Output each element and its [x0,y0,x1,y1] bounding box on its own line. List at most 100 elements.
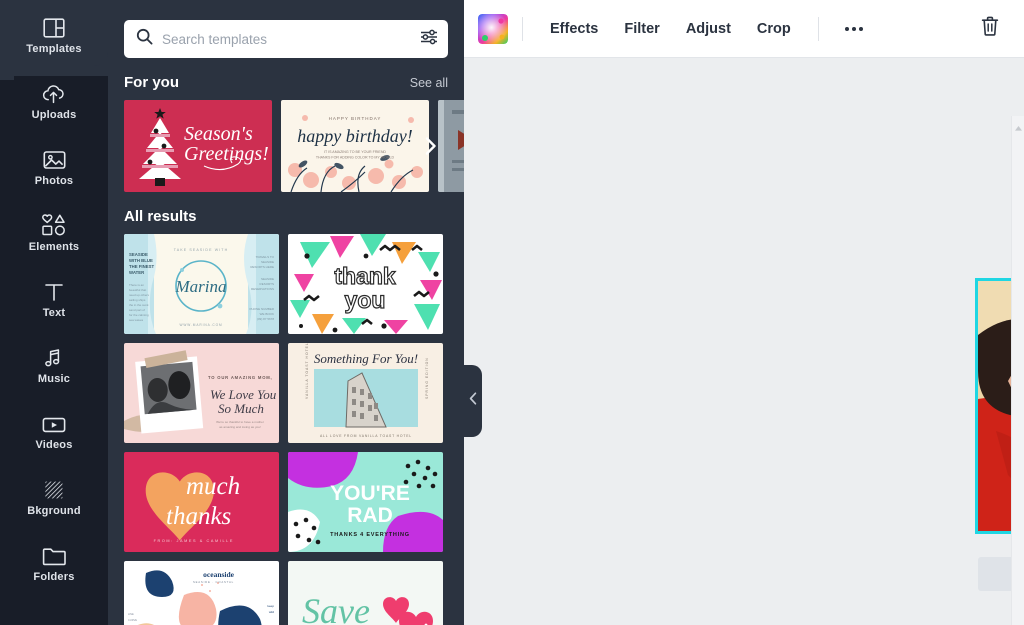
svg-text:So Much: So Much [218,401,264,416]
svg-text:RAD: RAD [347,504,393,527]
template-card[interactable]: thank you [288,234,443,334]
svg-text:We're so thankful to have a mo: We're so thankful to have a mother [216,420,264,424]
templates-panel: For you See all [108,0,464,625]
sidebar-item-label: Uploads [31,108,77,121]
sidebar-item-videos[interactable]: Videos [0,396,108,462]
upload-cloud-icon [42,78,66,104]
for-you-header: For you See all [108,74,464,91]
sidebar-item-music[interactable]: Music [0,330,108,396]
adjust-button[interactable]: Adjust [673,15,744,43]
template-card[interactable]: HAPPY BIRTHDAY happy birthday! IT IS AMA… [281,100,429,192]
svg-text:SEASIDE: SEASIDE [129,252,148,257]
svg-text:the in the sunk: the in the sunk [129,303,149,307]
template-card[interactable]: Save the date [288,561,443,625]
sidebar-item-bkground[interactable]: Bkground [0,462,108,528]
sidebar-item-folders[interactable]: Folders [0,528,108,594]
hatch-square-icon [43,474,65,500]
sidebar-item-label: Music [37,372,71,385]
crop-button[interactable]: Crop [744,15,804,43]
search-input[interactable] [162,31,411,47]
more-horizontal-icon[interactable] [833,21,875,37]
all-results-header: All results [108,208,464,225]
scroll-up-arrow-icon[interactable] [1014,119,1023,137]
filter-button[interactable]: Filter [611,15,672,43]
sidebar-item-text[interactable]: Text [0,264,108,330]
search-bar[interactable] [124,20,448,58]
section-title: All results [124,208,197,225]
svg-text:SPRING EDITION: SPRING EDITION [425,357,429,399]
svg-text:VANILLA TOAST HOTEL: VANILLA TOAST HOTEL [305,343,309,399]
sidebar-item-label: Text [42,306,66,319]
for-you-row: Season's Greetings! HAPPY BIRTHDAY happy… [124,100,464,192]
template-card[interactable]: Season's Greetings! [124,100,272,192]
svg-text:IT IS AMAZING TO BE YOUR FRIEN: IT IS AMAZING TO BE YOUR FRIEND [324,150,386,154]
trash-icon[interactable] [974,9,1006,48]
collapse-panel-button[interactable] [464,365,482,437]
svg-text:sand part of: sand part of [129,308,145,312]
svg-text:We Love You: We Love You [210,387,277,402]
svg-text:THANKS 4 EVERYTHING: THANKS 4 EVERYTHING [330,532,410,538]
sidebar-item-templates[interactable]: Templates [0,0,108,80]
svg-text:you: you [345,287,386,313]
svg-text:need up others: need up others [129,293,150,297]
template-card[interactable]: TO OUR AMAZING MOM, We Love You So Much … [124,343,279,443]
svg-text:CURVE: CURVE [128,618,137,622]
svg-text:HAPPY BIRTHDAY: HAPPY BIRTHDAY [329,116,382,121]
svg-text:TRAVELS TO: TRAVELS TO [256,255,275,259]
svg-text:SEASIDE: SEASIDE [261,260,274,264]
svg-text:much: much [186,473,240,500]
svg-text:oceanside: oceanside [203,570,235,579]
template-card[interactable]: much thanks FROM: JAMES & CAMILLE [124,452,279,552]
svg-text:thank: thank [334,263,396,289]
music-note-icon [42,342,66,368]
templates-icon [43,12,65,38]
sliders-filter-icon[interactable] [420,29,438,50]
svg-text:Something For You!: Something For You! [314,351,418,366]
svg-text:TAKE SEASIDE WITH: TAKE SEASIDE WITH [174,248,229,252]
toolbar-divider [817,16,819,41]
svg-text:There is an: There is an [129,283,144,287]
image-thumbnail[interactable] [478,13,508,44]
template-card[interactable]: YOU'RE RAD THANKS 4 EVERYTHING [288,452,443,552]
see-all-link[interactable]: See all [410,76,448,90]
effects-button[interactable]: Effects [537,15,611,43]
sidebar-item-label: Videos [35,438,73,451]
svg-text:FROM: JAMES & CAMILLE: FROM: JAMES & CAMILLE [154,539,234,543]
folder-icon [42,540,66,566]
toolbar-divider [522,16,523,41]
video-play-icon [42,408,66,434]
shapes-icon [41,210,67,236]
rail-items: Templates Uploads Photos Elements Text M… [0,0,108,594]
image-toolbar: Effects Filter Adjust Crop [464,0,1024,58]
svg-text:keep: keep [267,604,274,608]
svg-text:WE BOOK: WE BOOK [260,312,274,316]
svg-text:for the calming: for the calming [129,313,149,317]
svg-text:RESORTS: RESORTS [260,282,274,286]
svg-text:SEASIDE · COASTAL: SEASIDE · COASTAL [193,580,234,584]
sidebar-item-uploads[interactable]: Uploads [0,66,108,132]
design-editor-app: Templates Uploads Photos Elements Text M… [0,0,1024,625]
sidebar-item-label: Photos [34,174,74,187]
carousel-next-button[interactable] [418,134,442,158]
search-section [108,0,464,58]
svg-text:Season's: Season's [184,123,253,145]
svg-text:RESORTS HERE: RESORTS HERE [250,265,274,269]
svg-text:ALL LOVE FROM VANILLA TOAST HO: ALL LOVE FROM VANILLA TOAST HOTEL [320,434,412,438]
for-you-carousel: Season's Greetings! HAPPY BIRTHDAY happy… [108,100,464,192]
template-card[interactable]: Marina TAKE SEASIDE WITH WWW.MARINA.COM … [124,234,279,334]
svg-text:THANKS FOR ADDING COLOR TO MY: THANKS FOR ADDING COLOR TO MY WORLD [316,156,395,160]
section-title: For you [124,74,179,91]
chevron-left-icon [469,392,477,410]
svg-text:SEASIDE: SEASIDE [261,277,274,281]
svg-text:Save: Save [302,591,370,625]
template-card[interactable]: Something For You! ALL LOVE FROM VANILLA… [288,343,443,443]
main-area: Effects Filter Adjust Crop [464,0,1024,625]
sidebar-item-elements[interactable]: Elements [0,198,108,264]
template-card[interactable]: oceanside SEASIDE · COASTAL DARK keepwil… [124,561,279,625]
image-icon [42,144,66,170]
sidebar-item-photos[interactable]: Photos [0,132,108,198]
sidebar-item-label: Templates [26,42,82,55]
canvas-scrollbar[interactable] [1011,116,1024,625]
svg-text:as amazing and loving as you!: as amazing and loving as you! [219,425,261,429]
canvas-area[interactable]: + Add page [464,58,1024,625]
